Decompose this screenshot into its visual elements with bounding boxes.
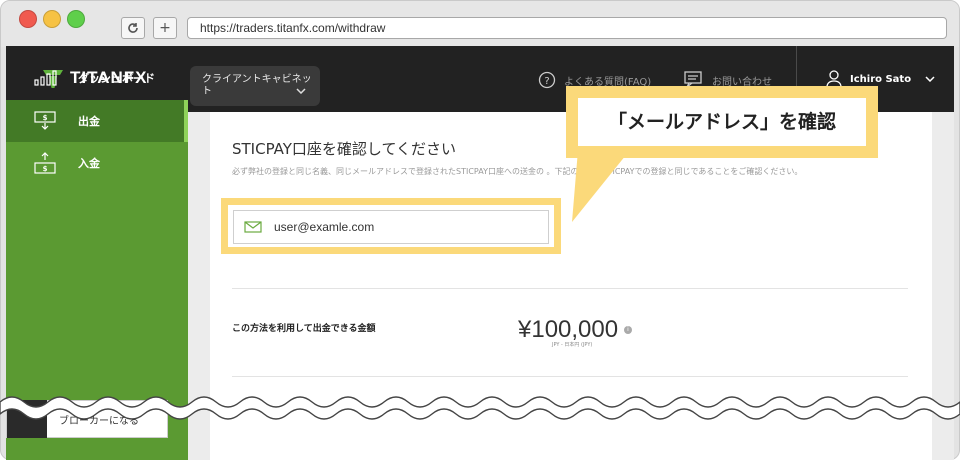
bar-chart-icon [30,70,60,86]
sidebar-item-label: 出金 [78,115,100,128]
question-icon: ? [538,71,556,89]
svg-text:?: ? [544,76,549,87]
deposit-icon: $ [30,152,60,174]
divider [232,376,908,377]
svg-text:$: $ [43,114,48,122]
sidebar-item-label: ダッシュボード [78,72,155,85]
chevron-down-icon [925,76,935,82]
svg-text:$: $ [43,165,48,173]
email-field: user@examle.com [233,210,549,244]
url-bar[interactable]: https://traders.titanfx.com/withdraw [187,17,947,39]
info-icon[interactable]: i [624,326,632,334]
mail-icon [244,221,262,233]
new-tab-button[interactable]: + [153,17,177,39]
chevron-down-icon [296,86,306,98]
client-cabinet-dropdown[interactable]: クライアントキャビネット [190,66,320,106]
plus-icon: + [159,20,171,36]
email-value: user@examle.com [274,220,375,234]
sidebar-item-label: 入金 [78,157,100,170]
minimize-window-button[interactable] [43,10,61,28]
sidebar-item-dashboard[interactable]: ダッシュボード [6,57,188,99]
torn-edge-divider [0,396,960,420]
close-window-button[interactable] [19,10,37,28]
amount-currency: JPY - 日本円 (JPY) [552,342,593,348]
browser-toolbar: + https://traders.titanfx.com/withdraw [1,1,959,47]
sidebar-item-withdraw[interactable]: $ 出金 [6,100,188,142]
withdrawable-amount: ¥100,000 [518,316,619,343]
reload-icon [128,23,138,33]
reload-button[interactable] [121,17,145,39]
maximize-window-button[interactable] [67,10,85,28]
divider [232,288,908,289]
page-title: STICPAY口座を確認してください [232,140,457,158]
user-name: Ichiro Sato [850,73,912,85]
amount-label: この方法を利用して出金できる金額 [232,324,376,334]
callout-text: 「メールアドレス」を確認 [607,111,836,133]
sidebar-item-deposit[interactable]: $ 入金 [6,142,188,184]
withdraw-icon: $ [30,111,60,131]
callout-pointer [572,150,630,222]
